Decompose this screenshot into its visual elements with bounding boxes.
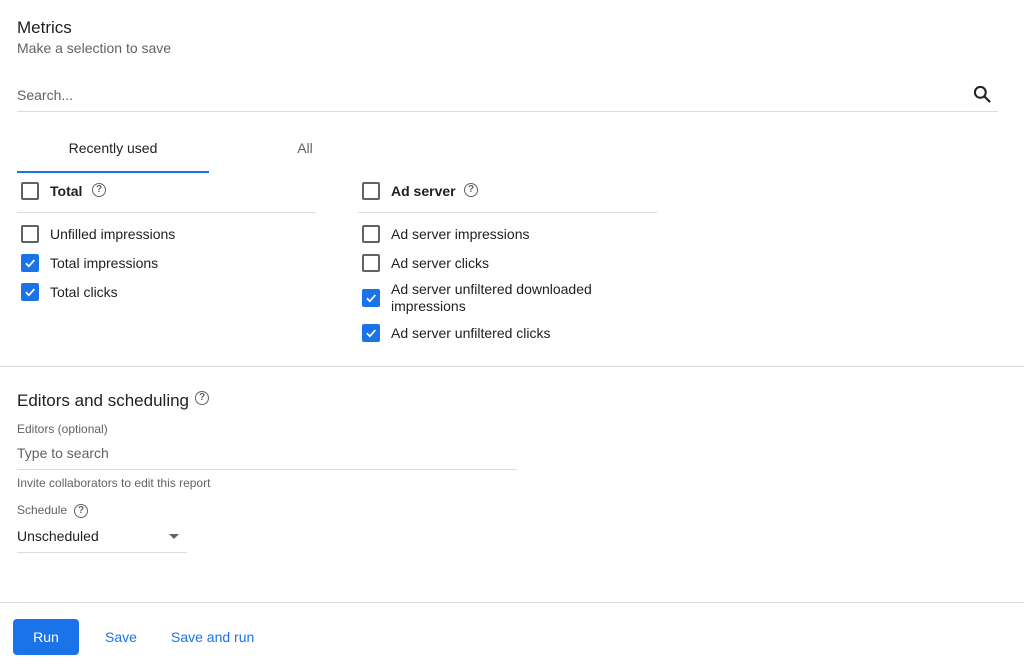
total-clicks-label: Total clicks (50, 284, 118, 300)
ad-server-clicks-label: Ad server clicks (391, 255, 490, 271)
ad-server-unfiltered-downloaded-impressions-checkbox[interactable] (362, 289, 380, 307)
total-clicks-checkbox[interactable] (21, 283, 39, 301)
check-icon (366, 294, 377, 303)
check-icon (25, 288, 36, 297)
check-icon (25, 259, 36, 268)
ad-server-clicks-checkbox[interactable] (362, 254, 380, 272)
total-group-label: Total (50, 183, 83, 199)
help-icon[interactable]: ? (92, 183, 106, 197)
section-divider (0, 366, 1024, 367)
ad-server-impressions-label: Ad server impressions (391, 226, 530, 242)
editors-field (17, 442, 517, 470)
editors-input[interactable] (17, 442, 507, 464)
editors-hint: Invite collaborators to edit this report (17, 476, 211, 490)
ad-server-unfiltered-clicks-label: Ad server unfiltered clicks (391, 325, 551, 341)
run-button[interactable]: Run (13, 619, 79, 655)
search-input[interactable] (17, 84, 917, 106)
ad-server-impressions-checkbox[interactable] (362, 225, 380, 243)
editors-scheduling-title: Editors and scheduling (17, 391, 190, 410)
help-icon[interactable]: ? (195, 391, 209, 405)
tab-recently-used[interactable]: Recently used (17, 133, 209, 173)
ad-server-group-label: Ad server (391, 183, 456, 199)
schedule-label: Schedule (17, 503, 68, 517)
save-and-run-button[interactable]: Save and run (171, 619, 254, 655)
schedule-select[interactable]: Unscheduled (17, 524, 187, 553)
footer-bar: Run Save Save and run (0, 602, 1024, 663)
total-impressions-checkbox[interactable] (21, 254, 39, 272)
ad-server-unfiltered-clicks-checkbox[interactable] (362, 324, 380, 342)
unfilled-impressions-label: Unfilled impressions (50, 226, 176, 242)
ad-server-unfiltered-downloaded-impressions-label: Ad server unfiltered downloaded impressi… (391, 281, 592, 314)
editors-label: Editors (optional) (17, 422, 108, 436)
help-icon[interactable]: ? (464, 183, 478, 197)
save-button[interactable]: Save (105, 619, 137, 655)
help-icon[interactable]: ? (74, 504, 88, 518)
ad-server-group-checkbox[interactable] (362, 182, 380, 200)
search-icon[interactable] (972, 84, 992, 104)
metrics-subtitle: Make a selection to save (17, 40, 172, 56)
tab-all[interactable]: All (209, 133, 401, 173)
ad-server-group-divider (358, 212, 657, 213)
total-group-checkbox[interactable] (21, 182, 39, 200)
total-group-divider (17, 212, 316, 213)
metrics-title: Metrics (17, 18, 72, 37)
check-icon (366, 329, 377, 338)
schedule-value: Unscheduled (17, 528, 99, 544)
metrics-search (17, 80, 998, 112)
unfilled-impressions-checkbox[interactable] (21, 225, 39, 243)
dropdown-arrow-icon (169, 534, 179, 539)
total-impressions-label: Total impressions (50, 255, 159, 271)
